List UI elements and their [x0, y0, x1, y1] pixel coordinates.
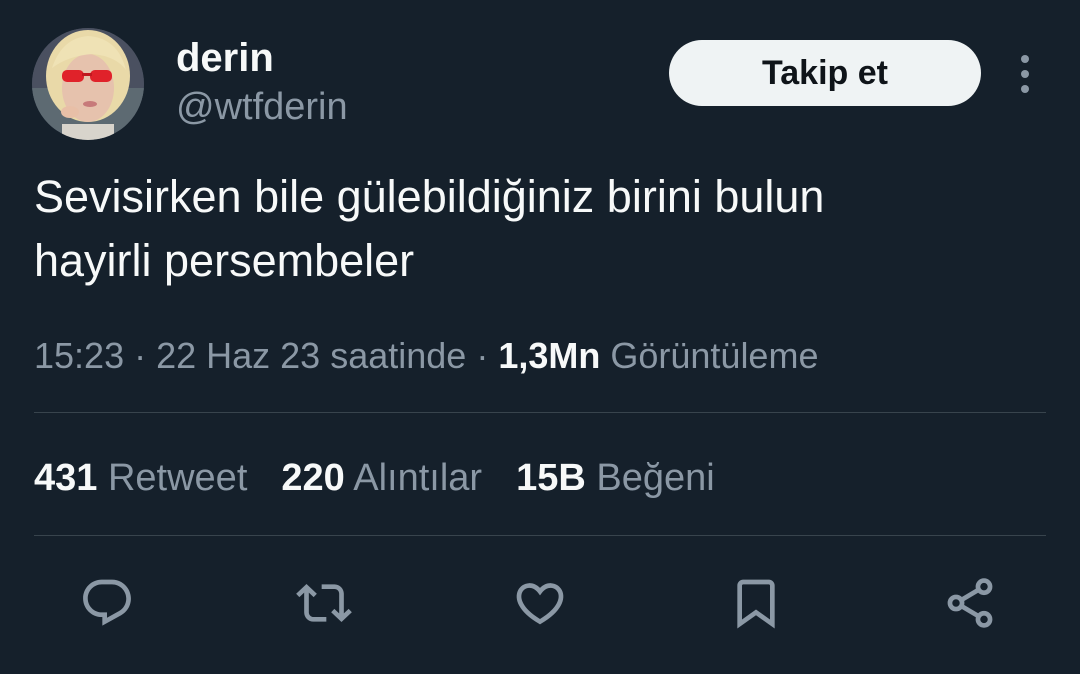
quotes-stat[interactable]: 220 Alıntılar	[281, 455, 482, 501]
user-handle[interactable]: @wtfderin	[176, 84, 348, 130]
meta-separator: ·	[466, 335, 499, 376]
tweet-detail: derin @wtfderin Takip et Sevisirken bile…	[0, 0, 1080, 674]
reply-icon	[83, 579, 131, 626]
views-count: 1,3Mn	[498, 335, 601, 376]
divider	[34, 412, 1046, 413]
tweet-time[interactable]: 15:23	[34, 335, 124, 376]
bookmark-icon	[737, 579, 775, 629]
tweet-text: Sevisirken bile gülebildiğiniz birini bu…	[34, 165, 1044, 293]
tweet-text-line: hayirli persembeler	[34, 235, 415, 286]
views-label: Görüntüleme	[610, 335, 819, 376]
stat-count: 15B	[516, 457, 586, 499]
reply-button[interactable]	[77, 573, 137, 633]
retweets-stat[interactable]: 431 Retweet	[34, 455, 247, 501]
tweet-text-line: Sevisirken bile gülebildiğiniz birini bu…	[34, 171, 825, 222]
likes-stat[interactable]: 15B Beğeni	[516, 455, 715, 501]
retweet-icon	[296, 584, 352, 622]
follow-button[interactable]: Takip et	[669, 40, 981, 106]
share-icon	[947, 578, 993, 628]
retweet-button[interactable]	[294, 573, 354, 633]
like-button[interactable]	[510, 573, 570, 633]
stat-count: 431	[34, 457, 98, 499]
tweet-meta: 15:23 · 22 Haz 23 saatinde · 1,3Mn Görün…	[34, 334, 818, 378]
tweet-date[interactable]: 22 Haz 23 saatinde	[156, 335, 466, 376]
stat-label: Retweet	[107, 457, 248, 499]
share-button[interactable]	[940, 573, 1000, 633]
avatar-image	[32, 28, 144, 140]
avatar[interactable]	[32, 28, 144, 140]
stat-count: 220	[281, 457, 345, 499]
stat-label: Alıntılar	[353, 457, 483, 499]
meta-separator: ·	[124, 335, 157, 376]
more-vertical-icon	[1021, 55, 1029, 93]
bookmark-button[interactable]	[726, 573, 786, 633]
display-name[interactable]: derin	[176, 34, 274, 82]
engagement-stats: 431 Retweet 220 Alıntılar 15B Beğeni	[34, 455, 749, 501]
stat-label: Beğeni	[596, 457, 715, 499]
divider	[34, 535, 1046, 536]
like-icon	[516, 583, 564, 625]
more-options-button[interactable]	[1004, 50, 1046, 98]
